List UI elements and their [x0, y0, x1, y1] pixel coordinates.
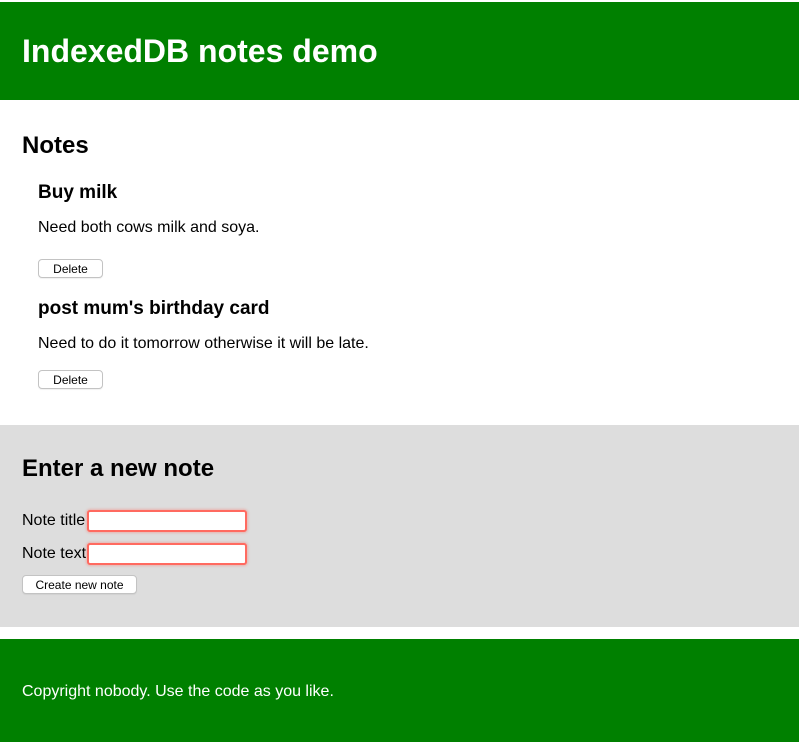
note-item: post mum's birthday card Need to do it t…	[38, 298, 799, 389]
note-text-input[interactable]	[87, 543, 247, 565]
create-note-button[interactable]: Create new note	[22, 575, 137, 594]
note-text-label: Note text	[22, 545, 87, 563]
app-header: IndexedDB notes demo	[0, 2, 799, 100]
new-note-section: Enter a new note Note title Note text Cr…	[0, 425, 799, 627]
note-item: Buy milk Need both cows milk and soya. D…	[38, 182, 799, 278]
note-body: Need to do it tomorrow otherwise it will…	[38, 335, 799, 353]
copyright-text: Copyright nobody. Use the code as you li…	[0, 639, 799, 701]
app-footer: Copyright nobody. Use the code as you li…	[0, 639, 799, 742]
notes-list: Buy milk Need both cows milk and soya. D…	[0, 182, 799, 389]
new-note-heading: Enter a new note	[0, 425, 799, 483]
new-note-form: Note title Note text Create new note	[0, 510, 799, 594]
notes-section: Notes Buy milk Need both cows milk and s…	[0, 132, 799, 425]
note-body: Need both cows milk and soya.	[38, 219, 799, 237]
page: IndexedDB notes demo Notes Buy milk Need…	[0, 2, 799, 742]
delete-note-button[interactable]: Delete	[38, 259, 103, 278]
note-title: Buy milk	[38, 182, 799, 204]
note-title-row: Note title	[22, 510, 799, 532]
notes-heading: Notes	[22, 132, 799, 160]
delete-note-button[interactable]: Delete	[38, 370, 103, 389]
note-title-input[interactable]	[87, 510, 247, 532]
note-title-label: Note title	[22, 512, 87, 530]
note-text-row: Note text	[22, 543, 799, 565]
page-title: IndexedDB notes demo	[22, 33, 378, 70]
form-button-row: Create new note	[22, 575, 799, 594]
note-title: post mum's birthday card	[38, 298, 799, 320]
